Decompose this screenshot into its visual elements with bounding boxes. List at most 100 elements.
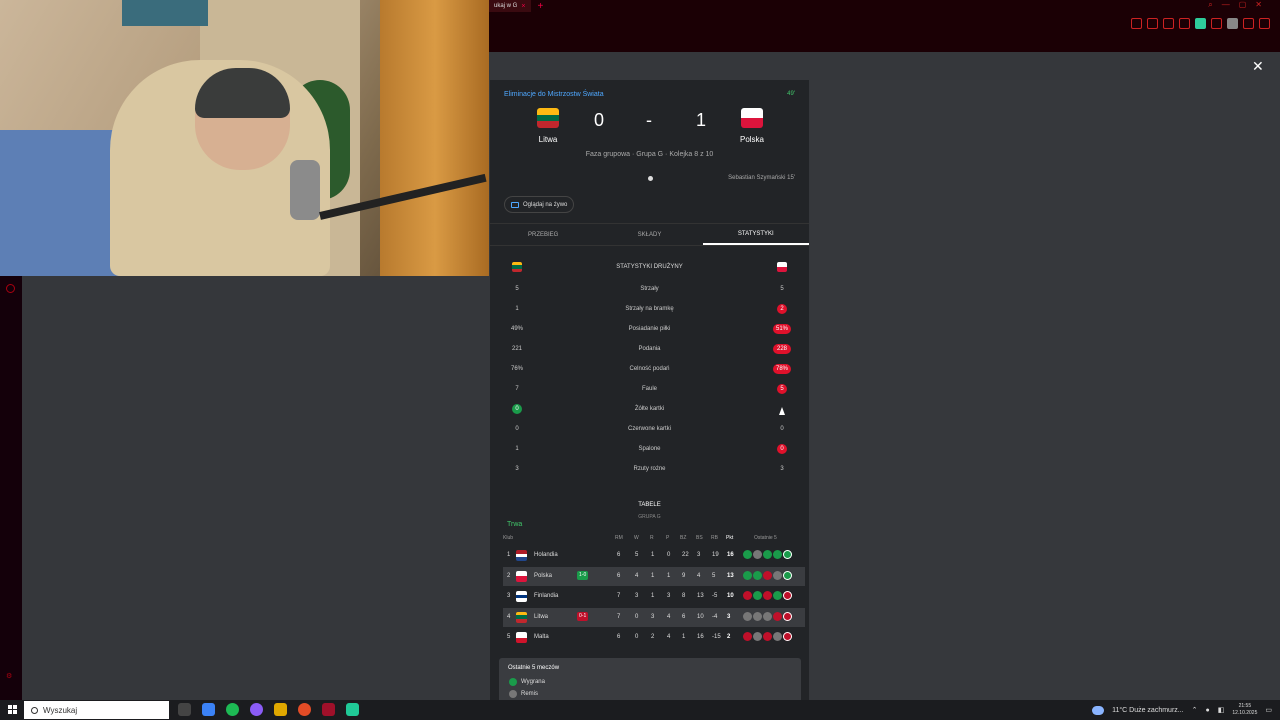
watch-live-button[interactable]: Oglądaj na żywo xyxy=(504,196,575,213)
stat-name: Posiadanie piłki xyxy=(628,326,671,332)
tab-close-icon[interactable]: × xyxy=(521,3,525,10)
cell-pkt: 16 xyxy=(727,552,734,558)
new-tab-button[interactable]: + xyxy=(537,1,543,12)
taskbar-apps xyxy=(178,703,359,716)
score-separator: - xyxy=(646,110,652,130)
cell-bz: 22 xyxy=(682,552,689,558)
todo-app-icon[interactable] xyxy=(202,703,215,716)
home-team[interactable]: Litwa xyxy=(518,108,578,144)
stat-away-value: 5 xyxy=(777,384,787,394)
competition-link[interactable]: Eliminacje do Mistrzostw Świata xyxy=(504,91,604,98)
page-overlay-area xyxy=(810,80,1280,700)
notifications-icon[interactable]: ▭ xyxy=(1265,706,1272,714)
table-row[interactable]: 4 Litwa 0-1 7 0 3 4 6 10 -4 3 xyxy=(503,607,805,627)
wallet-icon[interactable] xyxy=(1211,18,1222,29)
browser-tab[interactable]: ukaj w G × xyxy=(488,0,532,12)
table-row[interactable]: 2 Polska 1-0 6 4 1 1 9 4 5 13 xyxy=(503,566,805,586)
spotify-icon[interactable] xyxy=(226,703,239,716)
menu-icon[interactable] xyxy=(1259,18,1270,29)
home-score: 0 xyxy=(594,110,605,130)
cell-bz: 1 xyxy=(682,634,686,640)
tab-timeline[interactable]: PRZEBIEG xyxy=(490,224,596,245)
cell-rm: 7 xyxy=(617,613,621,620)
stat-row: 221 Podania 228 xyxy=(490,342,809,356)
cell-bs: 4 xyxy=(697,572,701,579)
sidebar-settings-icon[interactable]: ⚙ xyxy=(6,672,12,680)
stat-name: Żółte kartki xyxy=(634,406,665,412)
task-view-icon[interactable] xyxy=(178,703,191,716)
cell-rb: 5 xyxy=(712,572,716,579)
loss-icon xyxy=(743,632,752,641)
clock[interactable]: 21:55 12.10.2025 xyxy=(1232,703,1257,717)
cell-pkt: 13 xyxy=(727,572,734,579)
form-last5 xyxy=(743,611,792,621)
stat-row: 0 Żółte kartki xyxy=(490,402,809,416)
legend-win-label: Wygrana xyxy=(521,679,545,685)
cell-rm: 7 xyxy=(617,593,621,599)
player-icon[interactable] xyxy=(1163,18,1174,29)
cell-rb: -5 xyxy=(712,593,718,599)
mouse-cursor-icon xyxy=(779,407,785,415)
volume-icon[interactable]: ◧ xyxy=(1218,706,1225,714)
cell-p: 4 xyxy=(667,613,671,620)
loss-icon xyxy=(783,591,792,600)
row-position: 5 xyxy=(507,634,511,640)
table-row[interactable]: 5 Malta 6 0 2 4 1 16 -15 2 xyxy=(503,628,805,647)
close-window-icon[interactable]: ✕ xyxy=(1255,0,1262,10)
row-position: 1 xyxy=(507,552,511,558)
download-icon[interactable] xyxy=(1243,18,1254,29)
tray-chevron-icon[interactable]: ⌃ xyxy=(1192,706,1198,714)
cell-w: 3 xyxy=(635,593,639,599)
row-position: 4 xyxy=(507,613,511,620)
file-explorer-icon[interactable] xyxy=(274,703,287,716)
cell-rm: 6 xyxy=(617,572,621,579)
win-icon xyxy=(509,678,517,686)
team-flag-icon xyxy=(516,550,527,561)
stat-name: Celność podań xyxy=(629,366,670,372)
stat-row: 7 Faule 5 xyxy=(490,382,809,396)
col-bs: BS xyxy=(696,535,703,541)
col-pkt: Pkt xyxy=(726,535,734,541)
stat-name: Faule xyxy=(641,386,657,392)
maximize-icon[interactable]: ▢ xyxy=(1239,0,1247,10)
profile-avatar[interactable] xyxy=(1227,18,1238,29)
team-flag-icon xyxy=(516,611,527,623)
away-team[interactable]: Polska xyxy=(722,108,782,144)
search-placeholder: Wyszukaj xyxy=(43,705,78,715)
start-button[interactable] xyxy=(8,705,17,714)
heart-icon[interactable] xyxy=(1179,18,1190,29)
tab-lineups[interactable]: SKŁADY xyxy=(596,224,702,245)
chrome-icon[interactable] xyxy=(298,703,311,716)
snapshot-icon[interactable] xyxy=(1147,18,1158,29)
away-team-name: Polska xyxy=(739,135,764,144)
bookmark-icon[interactable] xyxy=(1131,18,1142,29)
app-icon[interactable] xyxy=(346,703,359,716)
table-row[interactable]: 1 Holandia 6 5 1 0 22 3 19 16 xyxy=(503,546,805,565)
loss-icon xyxy=(763,632,772,641)
win-icon xyxy=(773,591,782,600)
watch-live-label: Oglądaj na żywo xyxy=(523,201,568,208)
tab-statistics[interactable]: STATYSTYKI xyxy=(702,224,809,245)
cell-rb: -15 xyxy=(712,634,721,640)
discord-icon[interactable] xyxy=(250,703,263,716)
microphone-icon[interactable]: ● xyxy=(1205,707,1209,714)
goal-scorer: Sebastian Szymański 15' xyxy=(728,175,795,181)
close-overlay-button[interactable]: ✕ xyxy=(1252,58,1264,75)
minimize-icon[interactable]: — xyxy=(1222,0,1230,10)
opera-icon[interactable] xyxy=(322,703,335,716)
weather-text[interactable]: 11°C Duże zachmurz... xyxy=(1112,707,1184,714)
cell-bs: 16 xyxy=(697,634,704,640)
weather-icon[interactable] xyxy=(1092,705,1105,715)
extension-icon[interactable] xyxy=(1195,18,1206,29)
col-w: W xyxy=(634,535,639,541)
live-score-badge: 0-1 xyxy=(577,611,589,621)
table-row[interactable]: 3 Finlandia 7 3 1 3 8 13 -5 10 xyxy=(503,587,805,606)
taskbar-search[interactable]: Wyszukaj xyxy=(24,701,169,719)
sidebar-app-icon[interactable] xyxy=(6,284,15,293)
form-last5 xyxy=(743,591,792,600)
draw-icon xyxy=(773,632,782,641)
ball-icon xyxy=(648,176,653,181)
stat-name: Podania xyxy=(638,346,661,352)
search-tabs-icon[interactable]: ⌕ xyxy=(1208,0,1212,10)
webcam-door xyxy=(380,0,489,276)
